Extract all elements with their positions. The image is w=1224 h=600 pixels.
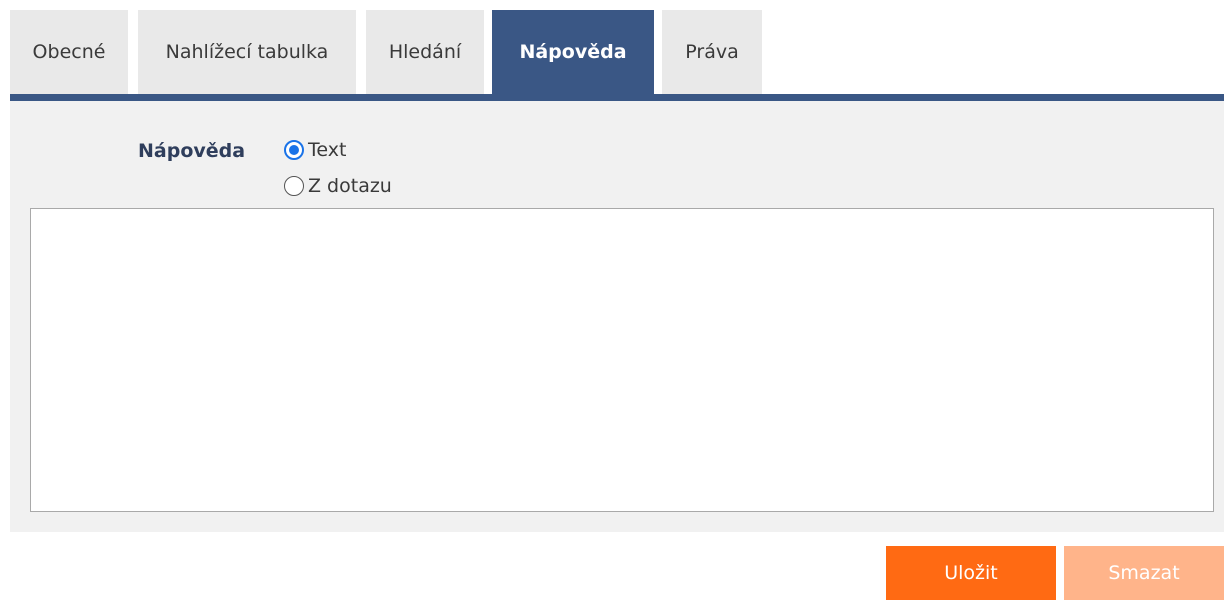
tab-napoveda[interactable]: Nápověda [492, 10, 654, 94]
tab-prava[interactable]: Práva [662, 10, 762, 94]
tab-nahlizeci-tabulka[interactable]: Nahlížecí tabulka [138, 10, 356, 94]
radio-option-text[interactable]: Text [284, 139, 346, 161]
tab-strip: Obecné Nahlížecí tabulka Hledání Nápověd… [10, 10, 1224, 94]
radio-option-z-dotazu[interactable]: Z dotazu [284, 175, 392, 197]
radio-label-z-dotazu: Z dotazu [308, 175, 392, 197]
tab-underline [10, 94, 1224, 101]
save-button[interactable]: Uložit [886, 546, 1056, 600]
help-text-editor[interactable] [30, 208, 1214, 512]
help-field-label: Nápověda [138, 140, 246, 162]
radio-label-text: Text [308, 139, 347, 161]
tab-hledani[interactable]: Hledání [366, 10, 484, 94]
radio-unchecked-icon[interactable] [284, 176, 304, 196]
delete-button[interactable]: Smazat [1064, 546, 1224, 600]
tab-obecne[interactable]: Obecné [10, 10, 128, 94]
radio-checked-icon[interactable] [284, 140, 304, 160]
